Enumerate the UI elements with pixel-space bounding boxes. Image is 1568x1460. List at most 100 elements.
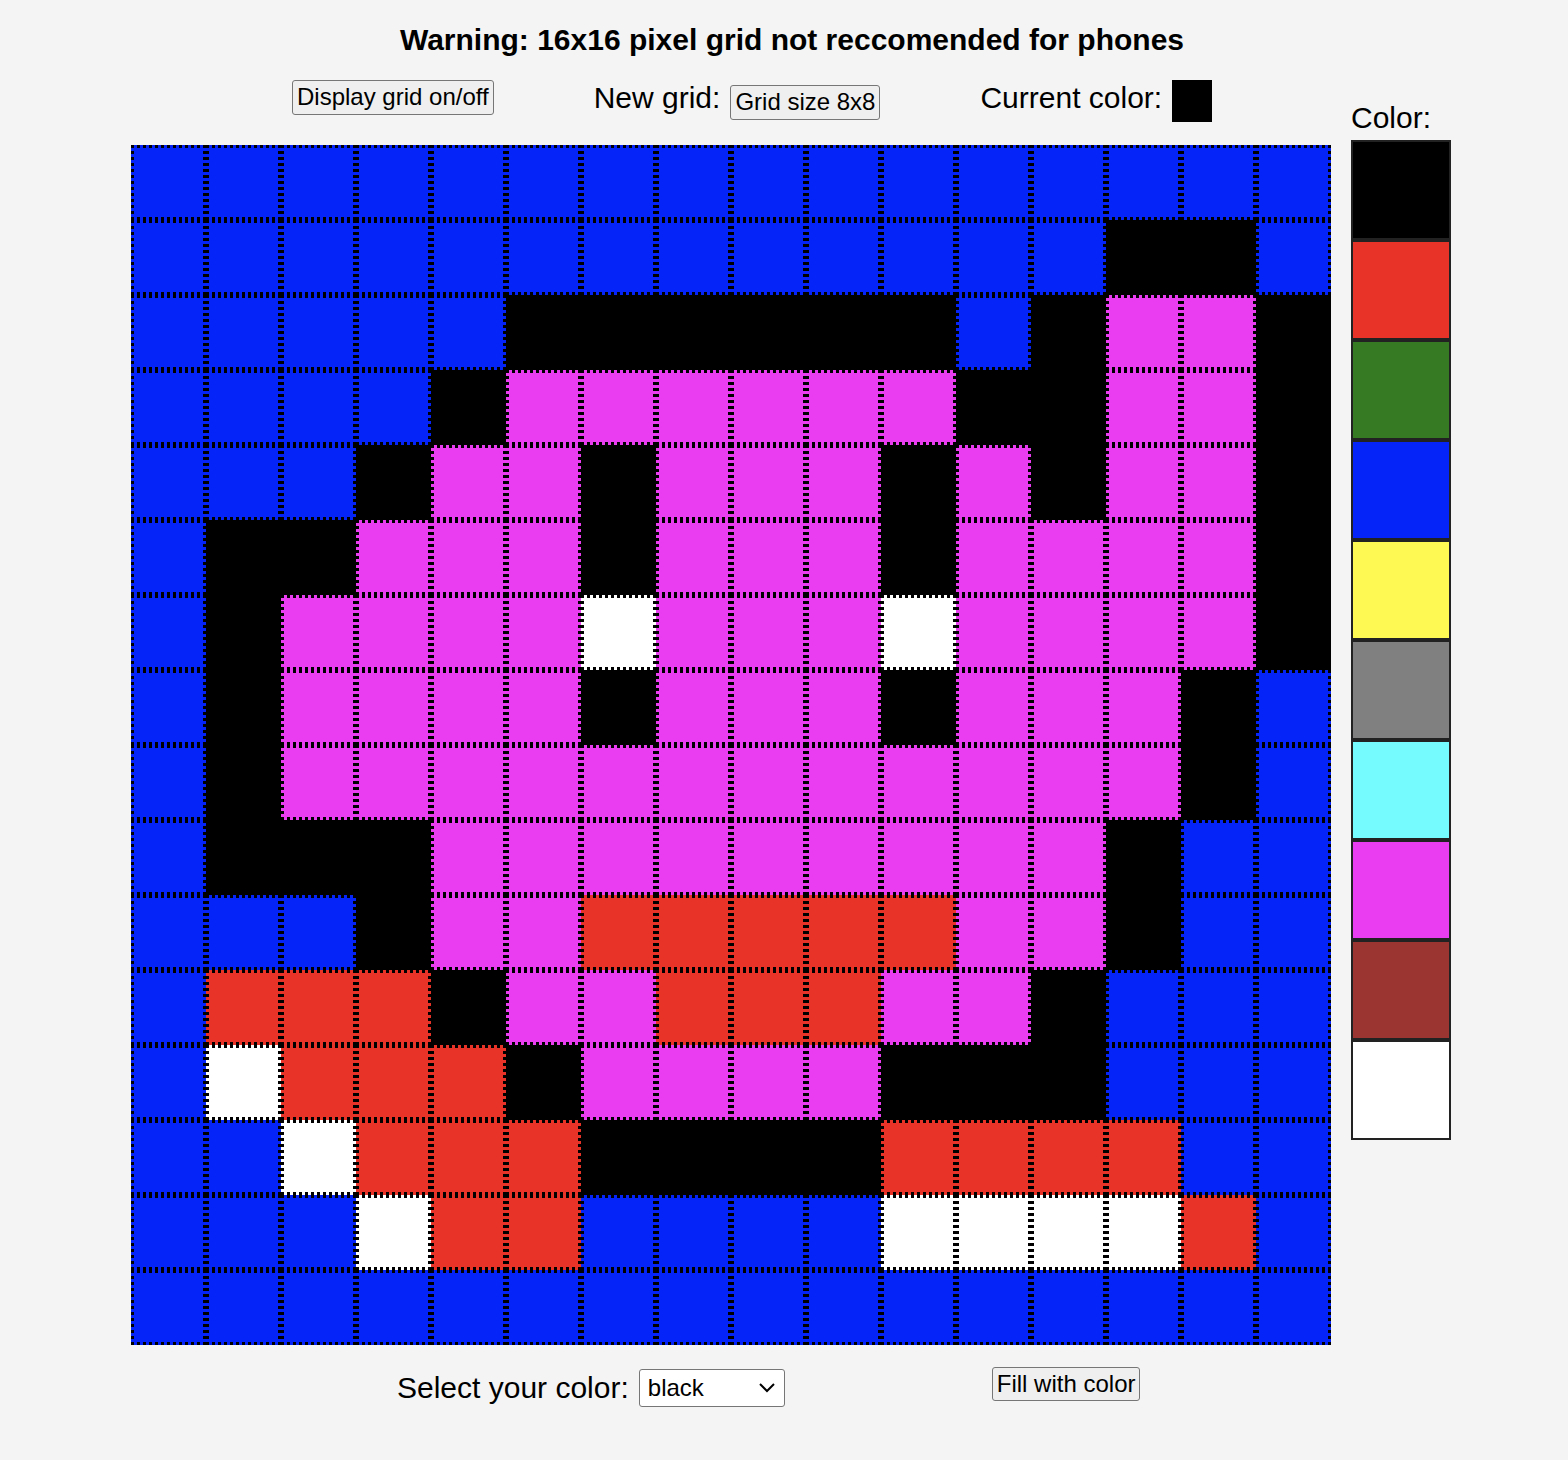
pixel-cell[interactable]: [1106, 670, 1181, 745]
pixel-cell[interactable]: [581, 1120, 656, 1195]
pixel-cell[interactable]: [431, 1045, 506, 1120]
pixel-cell[interactable]: [506, 445, 581, 520]
pixel-cell[interactable]: [1106, 1195, 1181, 1270]
pixel-cell[interactable]: [506, 145, 581, 220]
pixel-cell[interactable]: [806, 445, 881, 520]
pixel-cell[interactable]: [281, 820, 356, 895]
pixel-cell[interactable]: [281, 370, 356, 445]
pixel-cell[interactable]: [1181, 1120, 1256, 1195]
pixel-cell[interactable]: [131, 145, 206, 220]
pixel-cell[interactable]: [656, 1195, 731, 1270]
pixel-cell[interactable]: [1256, 895, 1331, 970]
pixel-cell[interactable]: [1106, 970, 1181, 1045]
pixel-cell[interactable]: [806, 1045, 881, 1120]
pixel-cell[interactable]: [1181, 445, 1256, 520]
pixel-cell[interactable]: [1256, 745, 1331, 820]
pixel-cell[interactable]: [506, 370, 581, 445]
pixel-cell[interactable]: [956, 1120, 1031, 1195]
pixel-cell[interactable]: [731, 1120, 806, 1195]
pixel-cell[interactable]: [206, 970, 281, 1045]
pixel-cell[interactable]: [881, 745, 956, 820]
pixel-cell[interactable]: [506, 1045, 581, 1120]
pixel-cell[interactable]: [281, 145, 356, 220]
pixel-cell[interactable]: [581, 220, 656, 295]
pixel-cell[interactable]: [806, 145, 881, 220]
pixel-cell[interactable]: [1256, 370, 1331, 445]
palette-swatch[interactable]: [1351, 540, 1451, 640]
pixel-cell[interactable]: [956, 295, 1031, 370]
pixel-cell[interactable]: [656, 595, 731, 670]
pixel-cell[interactable]: [1106, 595, 1181, 670]
pixel-cell[interactable]: [281, 520, 356, 595]
pixel-cell[interactable]: [1256, 1270, 1331, 1345]
pixel-cell[interactable]: [1031, 295, 1106, 370]
pixel-cell[interactable]: [656, 895, 731, 970]
pixel-cell[interactable]: [431, 1195, 506, 1270]
pixel-cell[interactable]: [656, 370, 731, 445]
pixel-cell[interactable]: [731, 1270, 806, 1345]
pixel-cell[interactable]: [206, 1195, 281, 1270]
pixel-cell[interactable]: [281, 295, 356, 370]
pixel-cell[interactable]: [356, 1195, 431, 1270]
pixel-cell[interactable]: [131, 295, 206, 370]
pixel-cell[interactable]: [506, 820, 581, 895]
pixel-cell[interactable]: [656, 970, 731, 1045]
pixel-grid[interactable]: [131, 145, 1331, 1345]
pixel-cell[interactable]: [1106, 1270, 1181, 1345]
pixel-cell[interactable]: [431, 895, 506, 970]
pixel-cell[interactable]: [506, 895, 581, 970]
pixel-cell[interactable]: [1181, 1045, 1256, 1120]
pixel-cell[interactable]: [881, 520, 956, 595]
pixel-cell[interactable]: [1031, 1270, 1106, 1345]
pixel-cell[interactable]: [1181, 970, 1256, 1045]
pixel-cell[interactable]: [356, 670, 431, 745]
pixel-cell[interactable]: [581, 145, 656, 220]
palette-swatch[interactable]: [1351, 940, 1451, 1040]
pixel-cell[interactable]: [281, 970, 356, 1045]
pixel-cell[interactable]: [506, 220, 581, 295]
pixel-cell[interactable]: [731, 670, 806, 745]
pixel-cell[interactable]: [206, 1120, 281, 1195]
pixel-cell[interactable]: [206, 295, 281, 370]
pixel-cell[interactable]: [206, 520, 281, 595]
pixel-cell[interactable]: [956, 145, 1031, 220]
pixel-cell[interactable]: [1256, 820, 1331, 895]
pixel-cell[interactable]: [731, 145, 806, 220]
pixel-cell[interactable]: [431, 820, 506, 895]
pixel-cell[interactable]: [956, 1195, 1031, 1270]
pixel-cell[interactable]: [1256, 520, 1331, 595]
pixel-cell[interactable]: [1031, 445, 1106, 520]
pixel-cell[interactable]: [131, 745, 206, 820]
pixel-cell[interactable]: [206, 145, 281, 220]
color-select[interactable]: black: [639, 1369, 785, 1407]
pixel-cell[interactable]: [956, 970, 1031, 1045]
pixel-cell[interactable]: [1181, 220, 1256, 295]
pixel-cell[interactable]: [506, 1270, 581, 1345]
pixel-cell[interactable]: [281, 445, 356, 520]
pixel-cell[interactable]: [581, 820, 656, 895]
pixel-cell[interactable]: [1256, 670, 1331, 745]
pixel-cell[interactable]: [656, 1120, 731, 1195]
pixel-cell[interactable]: [131, 670, 206, 745]
pixel-cell[interactable]: [881, 1270, 956, 1345]
pixel-cell[interactable]: [956, 670, 1031, 745]
pixel-cell[interactable]: [881, 295, 956, 370]
pixel-cell[interactable]: [431, 595, 506, 670]
pixel-cell[interactable]: [881, 220, 956, 295]
pixel-cell[interactable]: [881, 145, 956, 220]
pixel-cell[interactable]: [656, 220, 731, 295]
pixel-cell[interactable]: [1031, 1045, 1106, 1120]
pixel-cell[interactable]: [356, 220, 431, 295]
pixel-cell[interactable]: [131, 520, 206, 595]
pixel-cell[interactable]: [806, 1270, 881, 1345]
pixel-cell[interactable]: [431, 145, 506, 220]
pixel-cell[interactable]: [1181, 745, 1256, 820]
pixel-cell[interactable]: [1106, 295, 1181, 370]
pixel-cell[interactable]: [206, 595, 281, 670]
pixel-cell[interactable]: [431, 670, 506, 745]
pixel-cell[interactable]: [581, 970, 656, 1045]
pixel-cell[interactable]: [731, 370, 806, 445]
pixel-cell[interactable]: [1181, 520, 1256, 595]
pixel-cell[interactable]: [806, 520, 881, 595]
pixel-cell[interactable]: [356, 445, 431, 520]
